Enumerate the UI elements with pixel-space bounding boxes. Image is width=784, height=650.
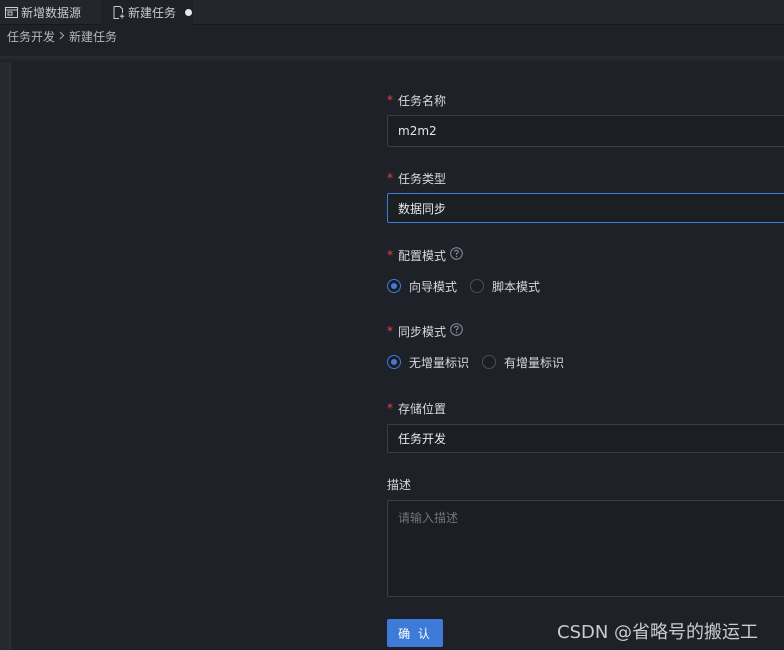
chevron-right-icon	[59, 30, 65, 43]
task-name-input[interactable]: m2m2	[387, 115, 784, 147]
radio-checked-icon	[387, 355, 401, 369]
sync-mode-radio-group: 无增量标识 有增量标识	[387, 352, 577, 372]
tab-new-task[interactable]: 新建任务	[101, 0, 193, 25]
breadcrumb: 任务开发 新建任务	[7, 28, 117, 44]
config-mode-radio-group: 向导模式 脚本模式	[387, 276, 553, 296]
task-name-label: * 任务名称	[387, 93, 447, 108]
header-divider	[0, 56, 784, 62]
unsaved-dot-icon[interactable]	[185, 9, 193, 16]
required-mark: *	[387, 248, 393, 262]
watermark: CSDN @省略号的搬运工	[557, 622, 759, 643]
radio-no-increment[interactable]: 无增量标识	[387, 354, 469, 371]
storage-location-label: * 存储位置	[387, 401, 447, 416]
tab-label: 新增数据源	[21, 6, 82, 20]
datasource-icon	[5, 6, 18, 19]
radio-unchecked-icon	[482, 355, 497, 369]
description-label: 描述	[387, 477, 412, 492]
editor-tab-bar: 新增数据源 新建任务	[0, 0, 784, 25]
radio-guide-mode[interactable]: 向导模式	[387, 278, 457, 295]
breadcrumb-item-new-task: 新建任务	[69, 29, 118, 44]
tab-label: 新建任务	[128, 6, 177, 20]
radio-checked-icon	[387, 279, 401, 293]
sync-mode-label: * 同步模式	[387, 323, 463, 339]
required-mark: *	[387, 171, 393, 185]
radio-unchecked-icon	[470, 279, 485, 293]
required-mark: *	[387, 93, 393, 107]
tab-new-datasource[interactable]: 新增数据源	[5, 0, 81, 25]
description-textarea[interactable]: 请输入描述	[387, 500, 784, 597]
task-type-select[interactable]: 数据同步	[387, 193, 784, 223]
description-placeholder: 请输入描述	[398, 511, 459, 525]
new-file-icon	[113, 6, 125, 19]
radio-script-mode[interactable]: 脚本模式	[470, 278, 540, 295]
required-mark: *	[387, 401, 393, 415]
required-mark: *	[387, 324, 393, 338]
storage-location-select[interactable]: 任务开发	[387, 424, 784, 453]
task-type-label: * 任务类型	[387, 171, 447, 186]
radio-has-increment[interactable]: 有增量标识	[482, 354, 564, 371]
question-circle-icon[interactable]	[450, 247, 463, 263]
config-mode-label: * 配置模式	[387, 247, 463, 263]
question-circle-icon[interactable]	[450, 323, 463, 339]
left-panel-edge[interactable]	[0, 62, 11, 650]
confirm-button[interactable]: 确 认	[387, 619, 443, 647]
breadcrumb-item-task-dev[interactable]: 任务开发	[7, 28, 55, 45]
